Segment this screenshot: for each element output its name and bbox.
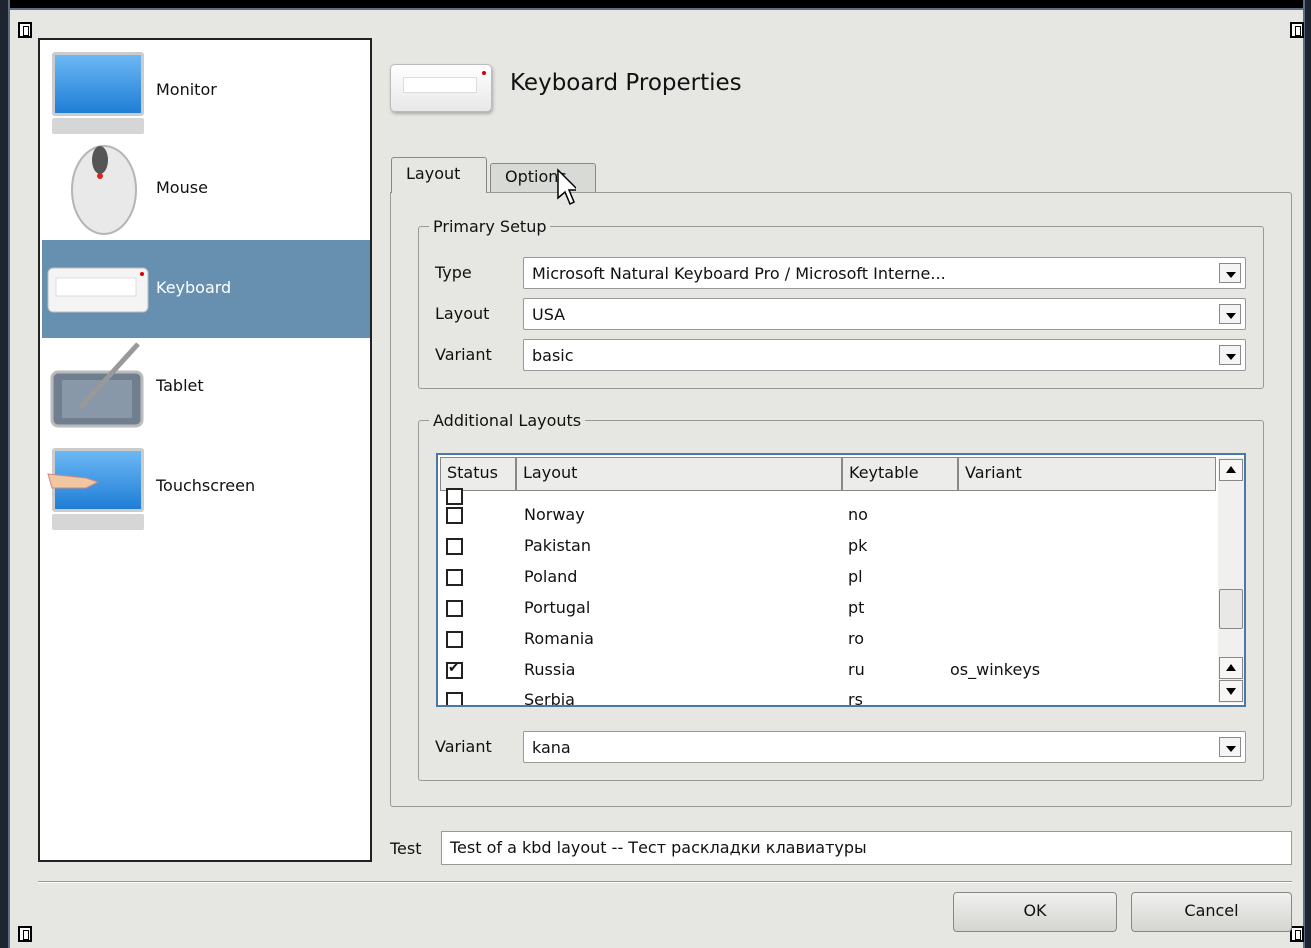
layout-cell: Poland <box>524 567 578 586</box>
separator <box>38 881 1292 883</box>
type-value: Microsoft Natural Keyboard Pro / Microso… <box>532 264 946 283</box>
layout-checkbox[interactable] <box>446 538 463 555</box>
scroll-up-icon[interactable] <box>1219 459 1243 481</box>
table-row[interactable]: Poland pl <box>438 562 1218 593</box>
table-row[interactable]: Norway no <box>438 500 1218 531</box>
keytable-cell: pt <box>848 598 865 617</box>
window-resize-handle-top-right[interactable] <box>1290 22 1304 38</box>
device-label: Tablet <box>156 376 204 395</box>
chevron-down-icon[interactable] <box>1219 304 1241 324</box>
keytable-cell: pk <box>848 536 868 555</box>
variant-value: basic <box>532 346 574 365</box>
monitor-icon <box>46 46 150 136</box>
layout-value: USA <box>532 305 566 324</box>
table-row[interactable]: Russia ru os_winkeys <box>438 655 1218 686</box>
layout-checkbox[interactable] <box>446 692 463 705</box>
tab-options[interactable]: Options <box>490 163 596 193</box>
layout-cell: Romania <box>524 629 594 648</box>
ok-button[interactable]: OK <box>953 892 1117 932</box>
keyboard-header-icon <box>390 64 492 112</box>
table-row[interactable]: Serbia rs <box>438 685 1218 707</box>
test-label: Test <box>390 839 422 858</box>
keytable-cell: rs <box>848 690 863 707</box>
table-row[interactable]: Pakistan pk <box>438 531 1218 562</box>
type-label: Type <box>435 263 472 282</box>
device-item-mouse[interactable]: Mouse <box>42 140 370 238</box>
layout-checkbox[interactable] <box>446 631 463 648</box>
device-label: Mouse <box>156 178 208 197</box>
table-vertical-scrollbar[interactable] <box>1218 457 1244 703</box>
additional-variant-label: Variant <box>435 737 492 756</box>
window-left-border <box>0 0 10 948</box>
variant-label: Variant <box>435 345 492 364</box>
chevron-down-icon[interactable] <box>1219 737 1241 757</box>
device-item-monitor[interactable]: Monitor <box>42 42 370 140</box>
additional-variant-value: kana <box>532 738 571 757</box>
page-title: Keyboard Properties <box>510 70 742 96</box>
layout-checkbox[interactable] <box>446 507 463 524</box>
layout-checkbox[interactable] <box>446 569 463 586</box>
device-item-touchscreen[interactable]: Touchscreen <box>42 438 370 536</box>
keytable-cell: ro <box>848 629 865 648</box>
keytable-cell: no <box>848 505 868 524</box>
device-list: Monitor Mouse Keyboard Tablet Touchscree… <box>38 38 372 862</box>
mouse-pointer-icon <box>557 168 576 206</box>
mouse-icon <box>71 145 137 235</box>
layout-cell: Pakistan <box>524 536 591 555</box>
touchscreen-icon <box>46 442 150 532</box>
layout-combobox[interactable]: USA <box>523 298 1246 330</box>
type-combobox[interactable]: Microsoft Natural Keyboard Pro / Microso… <box>523 257 1246 289</box>
test-input[interactable]: Test of a kbd layout -- Тест раскладки к… <box>441 831 1292 865</box>
keytable-cell: ru <box>848 660 865 679</box>
device-label: Keyboard <box>156 278 232 297</box>
layout-cell: Portugal <box>524 598 591 617</box>
keytable-cell: pl <box>848 567 863 586</box>
additional-variant-combobox[interactable]: kana <box>523 731 1246 763</box>
table-row[interactable]: Romania ro <box>438 624 1218 655</box>
scrollbar-thumb[interactable] <box>1219 589 1243 629</box>
window-resize-handle-top-left[interactable] <box>18 22 32 38</box>
window-resize-handle-bottom-right[interactable] <box>1290 926 1304 942</box>
variant-combobox[interactable]: basic <box>523 339 1246 371</box>
device-item-keyboard[interactable]: Keyboard <box>42 240 370 338</box>
primary-setup-legend: Primary Setup <box>433 217 547 236</box>
chevron-down-icon[interactable] <box>1219 263 1241 283</box>
layout-cell: Serbia <box>524 690 575 707</box>
keyboard-icon <box>47 267 149 313</box>
scroll-up-icon[interactable] <box>1219 657 1243 679</box>
layout-label: Layout <box>435 304 490 323</box>
table-row[interactable]: Portugal pt <box>438 593 1218 624</box>
layout-checkbox-checked[interactable] <box>446 660 463 679</box>
device-label: Touchscreen <box>156 476 256 495</box>
window-right-border <box>1303 0 1311 948</box>
scroll-down-icon[interactable] <box>1219 680 1243 702</box>
variant-cell: os_winkeys <box>950 660 1041 679</box>
window-top-border <box>0 0 1311 10</box>
layout-cell: Norway <box>524 505 585 524</box>
device-item-tablet[interactable]: Tablet <box>42 338 370 436</box>
cancel-button[interactable]: Cancel <box>1131 892 1292 932</box>
chevron-down-icon[interactable] <box>1219 345 1241 365</box>
device-label: Monitor <box>156 80 217 99</box>
window-resize-handle-bottom-left[interactable] <box>18 926 32 942</box>
additional-layouts-legend: Additional Layouts <box>433 411 582 430</box>
tab-layout[interactable]: Layout <box>391 157 487 193</box>
layout-cell: Russia <box>524 660 576 679</box>
layout-checkbox[interactable] <box>446 600 463 617</box>
additional-layouts-table[interactable]: Status Layout Keytable Variant Norway no… <box>436 453 1246 707</box>
tablet-icon <box>50 342 144 428</box>
